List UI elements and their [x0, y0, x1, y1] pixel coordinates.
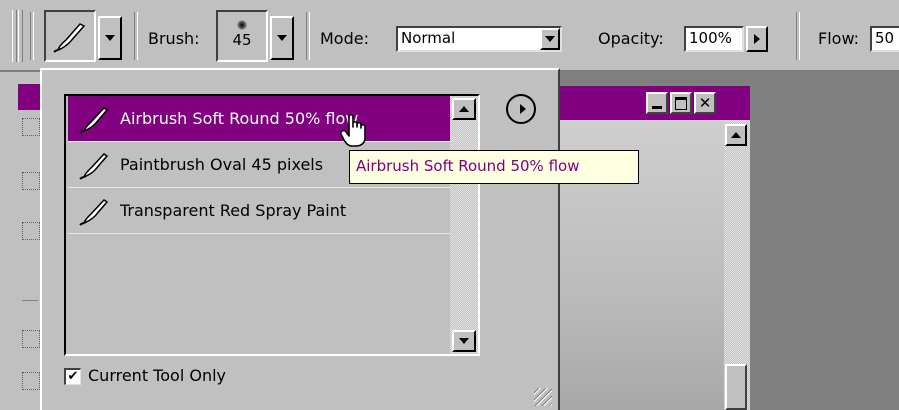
opacity-slider-button[interactable] — [746, 26, 768, 52]
brush-picker[interactable]: 45 — [216, 10, 268, 62]
list-item[interactable]: Transparent Red Spray Paint — [68, 188, 450, 234]
presets-scrollbar[interactable] — [450, 96, 478, 354]
options-bar-grip[interactable] — [18, 10, 23, 62]
toolbox-tool[interactable] — [22, 330, 40, 348]
toolbox-tool[interactable] — [22, 118, 40, 136]
close-icon: ✕ — [698, 94, 712, 112]
list-item-label: Transparent Red Spray Paint — [120, 201, 347, 220]
toolbox-divider — [22, 300, 38, 301]
list-item[interactable]: Airbrush Soft Round 50% flow — [68, 96, 450, 142]
document-window[interactable]: ✕ — [550, 86, 750, 410]
flow-label: Flow: — [818, 29, 860, 48]
toolbox-tool[interactable] — [22, 372, 40, 390]
chevron-up-icon — [459, 106, 469, 112]
brush-tip-icon — [237, 20, 247, 30]
separator — [134, 12, 138, 60]
brush-label: Brush: — [148, 29, 200, 48]
toolbox-tool[interactable] — [22, 222, 40, 240]
opacity-label: Opacity: — [598, 29, 664, 48]
mode-value: Normal — [401, 29, 456, 47]
opacity-value: 100% — [689, 29, 732, 47]
tooltip: Airbrush Soft Round 50% flow — [349, 150, 639, 184]
flow-value: 50 — [875, 29, 895, 47]
chevron-down-icon — [459, 338, 469, 344]
panel-menu-arrow-icon — [519, 104, 526, 114]
toolbox-strip — [0, 72, 41, 410]
doc-scroll-up[interactable] — [725, 124, 747, 146]
brush-preset-icon — [79, 199, 109, 226]
list-item-label: Airbrush Soft Round 50% flow — [120, 109, 359, 128]
scroll-down-button[interactable] — [452, 330, 476, 352]
mode-select[interactable]: Normal — [396, 26, 562, 52]
opacity-input[interactable]: 100% — [684, 26, 744, 52]
close-button[interactable]: ✕ — [694, 92, 716, 114]
minimize-button[interactable] — [646, 92, 668, 114]
tool-preset-dropdown[interactable] — [98, 16, 122, 60]
hand-pointer-icon — [340, 113, 366, 147]
options-bar: Brush: 45 Mode: Normal Opacity: 100% Flo… — [0, 0, 899, 72]
panel-menu-button[interactable] — [506, 94, 536, 124]
doc-scroll-thumb[interactable] — [725, 364, 747, 410]
tool-preset-picker[interactable] — [44, 10, 96, 62]
separator — [796, 12, 800, 60]
document-scrollbar[interactable] — [724, 120, 750, 410]
resize-grip-icon[interactable] — [534, 388, 552, 406]
flow-input[interactable]: 50 — [870, 26, 899, 52]
brush-preset-icon — [79, 107, 109, 134]
toolbox-tool[interactable] — [22, 172, 40, 190]
separator — [30, 12, 34, 60]
tool-presets-panel: Airbrush Soft Round 50% flow Paintbrush … — [40, 68, 560, 410]
mode-dropdown-button[interactable] — [540, 28, 560, 50]
chevron-down-icon — [105, 35, 115, 41]
separator — [306, 12, 310, 60]
brush-dropdown[interactable] — [270, 16, 294, 60]
chevron-down-icon — [277, 35, 287, 41]
current-tool-only-checkbox[interactable]: ✔ — [64, 368, 81, 385]
brush-size: 45 — [232, 31, 252, 49]
current-tool-only-label: Current Tool Only — [88, 366, 226, 385]
presets-list[interactable]: Airbrush Soft Round 50% flow Paintbrush … — [64, 94, 480, 356]
brush-preset-icon — [79, 153, 109, 180]
mode-label: Mode: — [320, 29, 369, 48]
triangle-right-icon — [754, 34, 760, 44]
scroll-up-button[interactable] — [452, 98, 476, 120]
maximize-button[interactable] — [670, 92, 692, 114]
checkbox-check-icon: ✔ — [67, 369, 79, 384]
options-bar-grip[interactable] — [12, 10, 17, 62]
brush-tool-icon — [53, 23, 86, 53]
list-item-label: Paintbrush Oval 45 pixels — [120, 155, 324, 174]
chevron-down-icon — [545, 36, 555, 42]
toolbox-titlebar — [18, 84, 40, 110]
